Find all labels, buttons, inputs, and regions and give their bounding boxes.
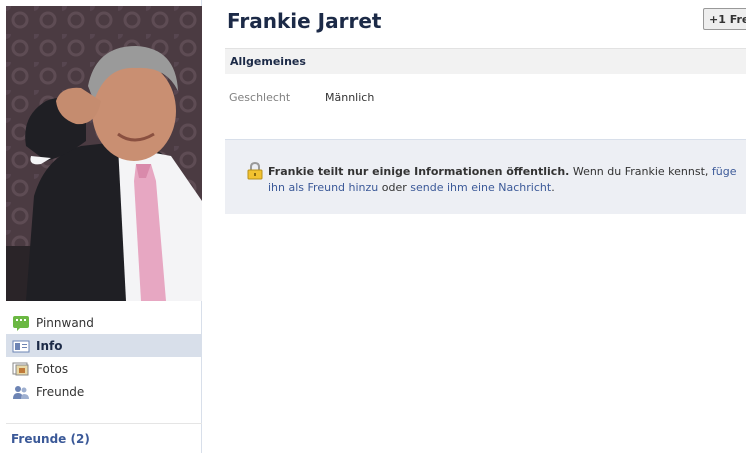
privacy-text-part: oder (378, 181, 411, 194)
nav-item-label: Info (36, 338, 63, 353)
profile-photo[interactable] (6, 6, 202, 301)
nav-item-info[interactable]: Info (6, 334, 202, 357)
info-icon (12, 338, 30, 354)
gender-value: Männlich (325, 91, 375, 104)
privacy-message: Frankie teilt nur einige Informationen ö… (268, 164, 743, 196)
nav-item-label: Fotos (36, 361, 69, 376)
privacy-notice: Frankie teilt nur einige Informationen ö… (225, 139, 746, 214)
nav-item-freunde[interactable]: Freunde (6, 380, 202, 403)
nav-item-pinnwand[interactable]: Pinnwand (6, 311, 202, 334)
privacy-strong-text: Frankie teilt nur einige Informationen ö… (268, 165, 570, 178)
profile-nav: Pinnwand Info Fotos Freunde (6, 311, 202, 403)
add-friend-button[interactable]: +1 Freund (703, 8, 746, 30)
privacy-text-part: . (551, 181, 555, 194)
gender-label: Geschlecht (229, 91, 291, 104)
lock-icon (246, 161, 264, 180)
nav-item-fotos[interactable]: Fotos (6, 357, 202, 380)
photos-icon (12, 361, 30, 377)
main-content: Frankie Jarret +1 Freund Allgemeines Ges… (225, 0, 746, 453)
friends-icon (12, 384, 30, 400)
divider (6, 423, 202, 424)
profile-name: Frankie Jarret (227, 9, 382, 33)
send-message-link[interactable]: sende ihm eine Nachricht (410, 181, 551, 194)
nav-item-label: Pinnwand (36, 315, 94, 330)
wall-icon (12, 315, 30, 331)
nav-item-label: Freunde (36, 384, 85, 399)
section-header: Allgemeines (225, 48, 746, 74)
friends-count-link[interactable]: Freunde (2) (11, 432, 90, 446)
privacy-text-part: Wenn du Frankie kennst, (569, 165, 712, 178)
left-column: Pinnwand Info Fotos Freunde Freunde (2) (0, 0, 202, 453)
